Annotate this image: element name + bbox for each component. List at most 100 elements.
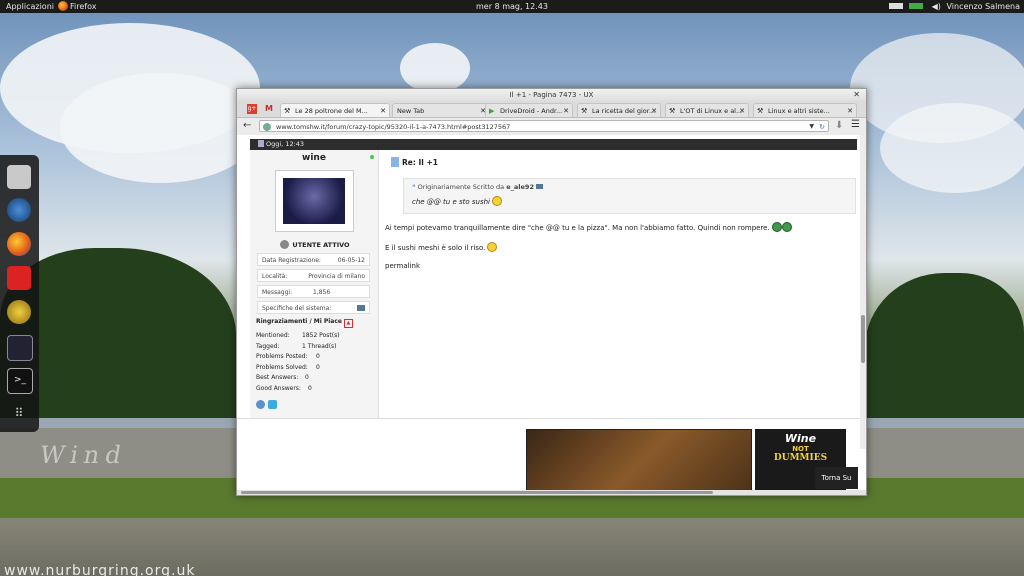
ad-book-title1: Wine — [784, 432, 817, 445]
url-dropdown-icon[interactable]: ▼ — [809, 121, 814, 133]
info-messages: Messaggi: 1,856 — [257, 285, 370, 298]
thanks-toggle-icon[interactable]: ▲ — [343, 319, 353, 328]
smiley-icon — [492, 196, 502, 206]
media-player-icon[interactable] — [7, 266, 31, 290]
status-area: ◀) Vincenzo Salmena — [888, 0, 1020, 13]
menu-icon[interactable]: ☰ — [851, 119, 860, 130]
system-monitor-icon[interactable] — [7, 335, 33, 361]
scrollbar-thumb[interactable] — [241, 491, 713, 494]
play-store-icon: ▶ — [489, 107, 495, 115]
tab-close-icon[interactable]: ✕ — [651, 104, 657, 117]
tab-ot-linux[interactable]: ⚒ L'OT di Linux e al... ✕ — [665, 103, 749, 117]
permalink-link[interactable]: permalink — [385, 262, 420, 270]
browser-window: Il +1 - Pagina 7473 - UX ✕ g+ M ⚒ Le 28 p… — [236, 88, 867, 496]
info-system-specs[interactable]: Specifiche del sistema: — [257, 301, 370, 314]
ad-banner-image[interactable] — [526, 429, 752, 495]
url-bar[interactable]: www.tomshw.it/forum/crazy-topic/95320-il… — [259, 120, 829, 132]
files-icon[interactable] — [7, 165, 31, 189]
smiley-icon — [487, 242, 498, 252]
tab-close-icon[interactable]: ✕ — [739, 104, 745, 117]
ad-book-title2: NOT — [792, 445, 809, 453]
quote-block: ❝ Originariamente Scritto da e_ale92 che… — [403, 178, 856, 214]
stat-best-answers: Best Answers: 0 — [256, 374, 309, 381]
stat-good-answers: Good Answers: 0 — [256, 385, 312, 392]
user-menu[interactable]: Vincenzo Salmena — [946, 2, 1020, 11]
back-arrow-icon[interactable]: ← — [243, 120, 251, 131]
page-content: Oggi, 12:43 wine UTENTE ATTIVO Data Regi… — [237, 135, 866, 495]
favicon-icon: ⚒ — [669, 107, 676, 115]
info-registration: Data Registrazione: 06-05-12 — [257, 253, 370, 266]
stat-problems-solved: Problems Solved: 0 — [256, 364, 320, 371]
tab-drivedroid[interactable]: ▶ DriveDroid - Andr... ✕ — [485, 103, 573, 117]
pinned-tab-google-plus[interactable]: g+ — [247, 104, 257, 114]
post-body: Re: Il +1 ❝ Originariamente Scritto da e… — [385, 150, 857, 418]
avatar[interactable] — [275, 170, 354, 232]
navigation-bar: ← www.tomshw.it/forum/crazy-topic/95320-… — [237, 118, 866, 136]
speaker-icon[interactable] — [7, 300, 31, 324]
quote-header: ❝ Originariamente Scritto da e_ale92 — [412, 183, 544, 191]
username[interactable]: wine — [250, 153, 378, 163]
tab-ricetta[interactable]: ⚒ La ricetta del gior... ✕ — [577, 103, 661, 117]
vertical-scrollbar[interactable] — [860, 135, 866, 449]
post-date: Oggi, 12:43 — [266, 140, 305, 148]
user-sidebar: wine UTENTE ATTIVO Data Registrazione: 06… — [250, 150, 379, 418]
top-panel: Applicazioni Firefox mer 8 mag, 12.43 ◀)… — [0, 0, 1024, 13]
keyboard-icon[interactable] — [888, 3, 903, 9]
tab-close-icon[interactable]: ✕ — [847, 104, 853, 117]
pinned-tab-gmail[interactable]: M — [265, 104, 275, 114]
app-grid-icon[interactable]: ⠿ — [7, 402, 31, 426]
download-icon[interactable]: ⬇ — [835, 120, 843, 131]
clock[interactable]: mer 8 mag, 12.43 — [0, 0, 1024, 13]
contact-icon[interactable] — [256, 400, 265, 409]
user-status: UTENTE ATTIVO — [265, 240, 365, 249]
favicon-icon: ⚒ — [757, 107, 764, 115]
thanks-heading: Ringraziamenti / Mi Piace ▲ — [256, 318, 353, 328]
favicon-icon: ⚒ — [581, 107, 588, 115]
terminal-icon[interactable]: >_ — [7, 368, 33, 394]
close-icon[interactable]: ✕ — [853, 89, 860, 101]
post-title-icon — [391, 157, 399, 167]
globe-icon[interactable] — [7, 198, 31, 222]
window-title: Il +1 - Pagina 7473 - UX — [509, 91, 594, 99]
watermark: www.nurburgring.org.uk — [4, 563, 196, 576]
track-text: Wind — [37, 441, 130, 469]
tab-close-icon[interactable]: ✕ — [380, 104, 386, 117]
post-message-line2: E il sushi meshi è solo il riso. — [385, 242, 498, 252]
battery-icon[interactable] — [909, 3, 924, 9]
post-date-bar: Oggi, 12:43 — [250, 139, 857, 150]
specs-icon[interactable] — [357, 305, 365, 311]
tab-close-icon[interactable]: ✕ — [563, 104, 569, 117]
reload-icon[interactable]: ↻ — [819, 121, 825, 133]
stat-tagged: Tagged: 1 Thread(s) — [256, 343, 337, 350]
site-icon — [263, 123, 271, 131]
post-title: Re: Il +1 — [391, 157, 438, 167]
favicon-icon: ⚒ — [284, 107, 291, 115]
info-location: Località: Provincia di milano — [257, 269, 370, 282]
smiley-icon — [771, 222, 782, 232]
url-text: www.tomshw.it/forum/crazy-topic/95320-il… — [276, 123, 511, 131]
scrollbar-thumb[interactable] — [861, 315, 865, 363]
ads-area: Wine NOT DUMMIES Torna Su — [237, 418, 866, 495]
post-message-line1: Ai tempi potevamo tranquillamente dire "… — [385, 222, 792, 232]
quote-author[interactable]: e_ale92 — [506, 183, 534, 191]
tab-new-tab[interactable]: New Tab ✕ — [392, 103, 490, 117]
quote-icon: ❝ — [412, 183, 416, 191]
tab-linux-altri[interactable]: ⚒ Linux e altri siste... ✕ — [753, 103, 857, 117]
quote-text: che @@ tu e sto sushi — [412, 196, 502, 206]
window-titlebar[interactable]: Il +1 - Pagina 7473 - UX ✕ — [237, 89, 866, 101]
tab-poltrone[interactable]: ⚒ Le 28 poltrone del M... ✕ — [280, 103, 390, 117]
avatar-image — [283, 178, 345, 224]
back-to-top-button[interactable]: Torna Su — [815, 467, 858, 489]
view-post-icon[interactable] — [536, 184, 544, 189]
volume-icon[interactable]: ◀) — [932, 2, 941, 11]
smiley-icon — [781, 222, 792, 232]
firefox-icon[interactable] — [7, 232, 31, 256]
post-icon — [258, 140, 264, 147]
tab-bar: g+ M ⚒ Le 28 poltrone del M... ✕ New Tab ✕ … — [237, 101, 866, 118]
stat-problems-posted: Problems Posted: 0 — [256, 353, 320, 360]
ad-book-title3: DUMMIES — [773, 453, 828, 463]
horizontal-scrollbar[interactable] — [237, 490, 866, 495]
stat-mentioned: Mentioned: 1852 Post(s) — [256, 332, 340, 339]
user-status-icon — [280, 240, 290, 249]
twitter-icon[interactable] — [268, 400, 277, 409]
